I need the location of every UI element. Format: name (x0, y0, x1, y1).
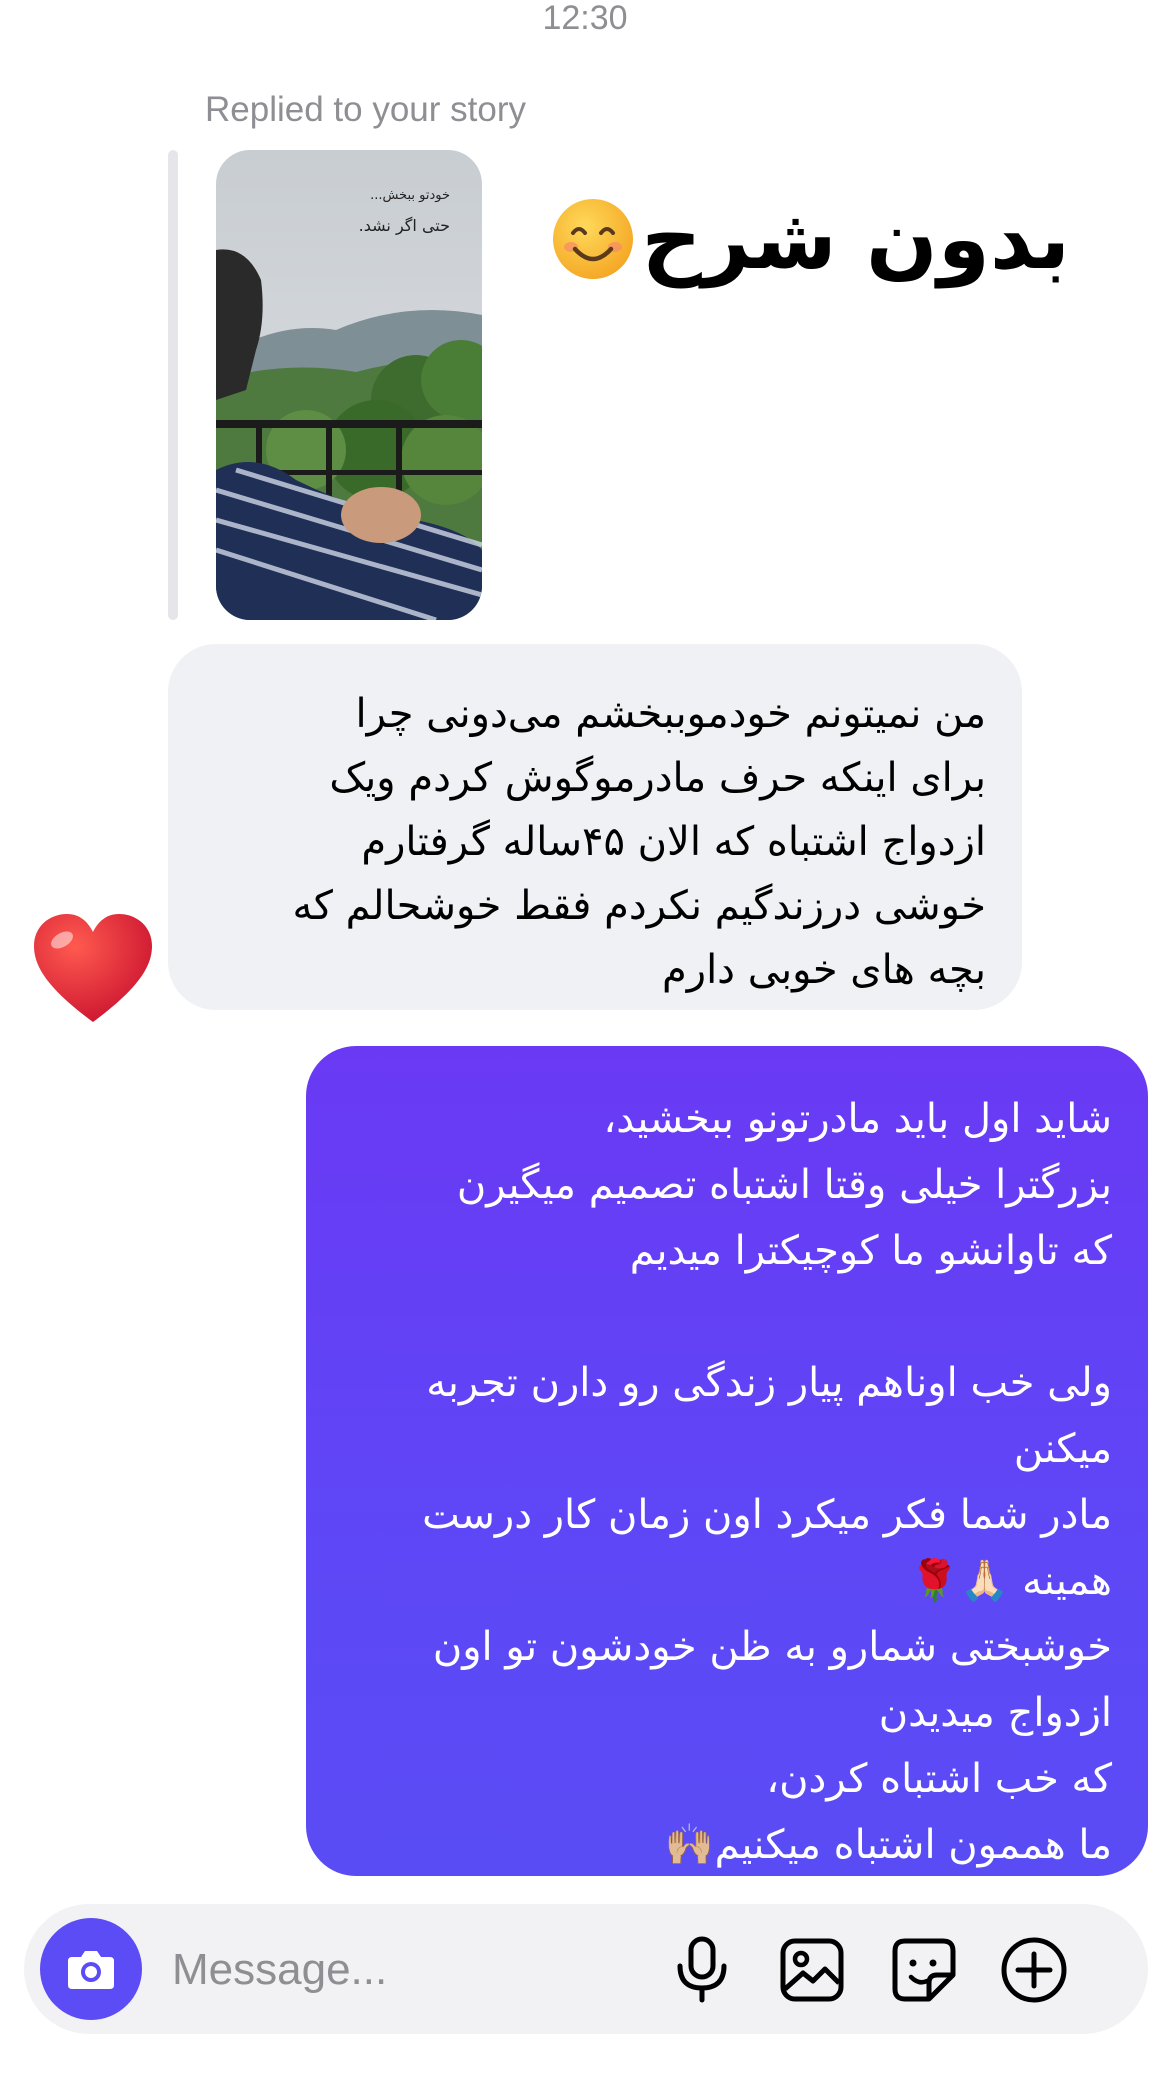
story-overlay-text: خودتو ببخش... (370, 188, 450, 203)
sticker-icon (892, 1938, 956, 2002)
gallery-icon (780, 1938, 844, 2002)
gallery-button[interactable] (776, 1934, 848, 2006)
smiling-face-emoji (553, 199, 634, 279)
reply-label: Replied to your story (205, 90, 526, 129)
caption-text: بدون شرح (641, 190, 1070, 288)
message-input[interactable] (170, 1934, 594, 2006)
incoming-message-text: من نمیتونم خودموببخشم می‌دونی چرا برای ا… (292, 691, 986, 993)
story-caption: بدون شرح (551, 190, 1070, 288)
reply-indicator-bar (168, 150, 178, 620)
camera-button[interactable] (40, 1918, 142, 2020)
add-icon (1001, 1937, 1067, 2003)
camera-icon (68, 1951, 114, 1989)
red-heart-emoji[interactable] (30, 910, 156, 1030)
microphone-button[interactable] (666, 1934, 738, 2006)
microphone-icon (677, 1936, 727, 2003)
incoming-message-bubble[interactable]: من نمیتونم خودموببخشم می‌دونی چرا برای ا… (168, 644, 1022, 1010)
outgoing-message-bubble[interactable]: شاید اول باید مادرتونو ببخشید، بزرگترا خ… (306, 1046, 1148, 1876)
timestamp: 12:30 (542, 0, 628, 37)
add-button[interactable] (998, 1934, 1070, 2006)
sticker-button[interactable] (888, 1934, 960, 2006)
outgoing-message-text: شاید اول باید مادرتونو ببخشید، بزرگترا خ… (422, 1096, 1112, 1868)
message-composer (24, 1904, 1148, 2034)
story-overlay-text: حتی اگر نشد. (358, 216, 450, 235)
story-thumbnail[interactable]: خودتو ببخش... حتی اگر نشد. (216, 150, 482, 620)
